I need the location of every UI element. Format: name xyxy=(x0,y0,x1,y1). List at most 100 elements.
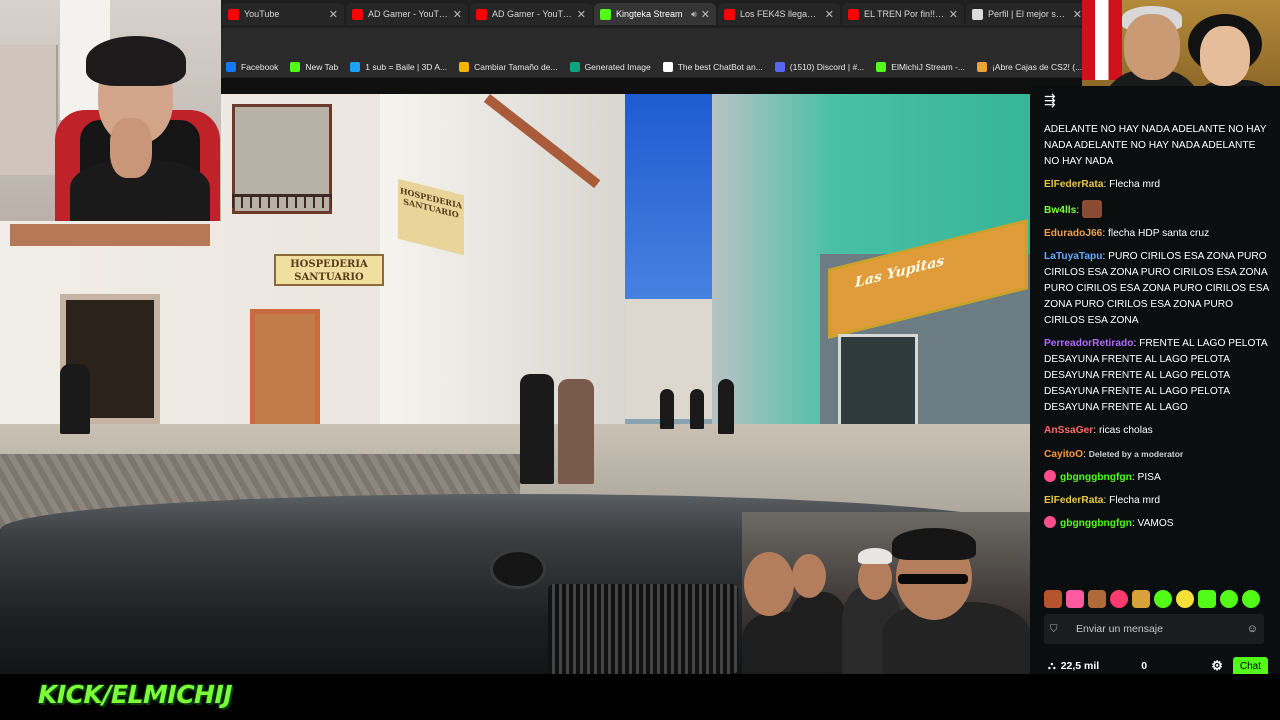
sign-text-line2: SANTUARIO xyxy=(294,272,364,283)
emote-icon[interactable] xyxy=(1132,590,1150,608)
close-icon[interactable]: ✕ xyxy=(949,8,958,21)
browser-tab[interactable]: YouTube ✕ xyxy=(222,3,344,25)
message-text: PURO CIRILOS ESA ZONA PURO CIRILOS ESA Z… xyxy=(1044,251,1269,326)
gear-icon[interactable]: ⚙ xyxy=(1211,658,1223,674)
awning xyxy=(10,224,210,246)
pedestrian xyxy=(690,389,704,429)
bookmark-label: 1 sub = Baile | 3D A... xyxy=(365,61,448,72)
chat-username[interactable]: gbgnggbngfgn xyxy=(1060,518,1132,529)
browser-tab-active[interactable]: Kingteka Stream 🔊︎ ✕ xyxy=(594,3,716,25)
chat-username[interactable]: PerreadorRetirado xyxy=(1044,338,1133,349)
bookmark[interactable]: Generated Image xyxy=(569,61,651,72)
message-text: VAMOS xyxy=(1137,518,1174,529)
bookmark[interactable]: Facebook xyxy=(226,61,278,72)
tab-title: AD Gamer - YouTube xyxy=(492,9,573,19)
emote-icon[interactable] xyxy=(1154,590,1172,608)
youtube-icon xyxy=(848,8,859,20)
chat-message-input[interactable] xyxy=(1076,623,1247,635)
message-text: Flecha mrd xyxy=(1109,495,1161,506)
chat-footer: ⛬ 22,5 mil 0 ⚙ Chat xyxy=(1048,656,1268,676)
browser-tab[interactable]: AD Gamer - YouTube ✕ xyxy=(470,3,592,25)
close-icon[interactable]: ✕ xyxy=(577,8,586,21)
bookmark[interactable]: New Tab xyxy=(290,61,338,72)
chat-username[interactable]: CayitoO xyxy=(1044,449,1083,460)
bookmark[interactable]: (1510) Discord | #... xyxy=(774,61,864,72)
close-icon[interactable]: ✕ xyxy=(825,8,834,21)
chat-send-button[interactable]: Chat xyxy=(1232,656,1268,676)
close-icon[interactable]: ✕ xyxy=(453,8,462,21)
bookmark[interactable]: ElMichiJ Stream -... xyxy=(876,61,965,72)
wooden-door xyxy=(250,309,320,429)
shield-icon: ⛉ xyxy=(1050,623,1058,635)
pedestrian xyxy=(520,374,554,484)
discord-icon xyxy=(774,61,785,72)
youtube-icon xyxy=(352,8,363,20)
emoji-icon[interactable]: ☺ xyxy=(1247,623,1258,635)
browser-tab[interactable]: Perfil | El mejor softw ✕ xyxy=(966,3,1082,25)
chat-input-box[interactable]: ⛉ ☺ xyxy=(1044,614,1264,644)
browser-tab[interactable]: Los FEK4S llegan a D ✕ xyxy=(718,3,840,25)
chat-username[interactable]: Bw4lls xyxy=(1044,205,1076,216)
chat-username[interactable]: ElFederRata xyxy=(1044,495,1103,506)
chat-message: PerreadorRetirado: FRENTE AL LAGO PELOTA… xyxy=(1044,338,1268,413)
browser-tab[interactable]: AD Gamer - YouTube ✕ xyxy=(346,3,468,25)
chat-username[interactable]: EduradoJ66 xyxy=(1044,228,1102,239)
sticker-woman-face xyxy=(1200,26,1250,86)
bookmark[interactable]: ¡Abre Cajas de CS2! (... xyxy=(976,61,1082,72)
youtube-icon xyxy=(724,8,735,20)
chat-message: gbgnggbngfgn: PISA xyxy=(1044,470,1270,486)
peru-flag xyxy=(1082,0,1122,80)
emote-icon[interactable] xyxy=(1242,590,1260,608)
close-icon[interactable]: ✕ xyxy=(329,8,338,21)
close-icon[interactable]: ✕ xyxy=(1073,8,1082,21)
bookmark[interactable]: 1 sub = Baile | 3D A... xyxy=(350,61,448,72)
collapse-chat-icon[interactable]: ⇶ xyxy=(1044,92,1056,109)
case-icon xyxy=(976,61,987,72)
pedestrian xyxy=(558,379,594,484)
pedestrian xyxy=(718,379,734,434)
chat-username[interactable]: gbgnggbngfgn xyxy=(1060,472,1132,483)
kick-icon xyxy=(600,8,611,20)
chatbot-icon xyxy=(662,61,673,72)
hospederia-sign-front: HOSPEDERIA SANTUARIO xyxy=(274,254,384,286)
bookmark[interactable]: The best ChatBot an... xyxy=(662,61,763,72)
emote-icon[interactable] xyxy=(1044,590,1062,608)
chat-username[interactable]: ElFederRata xyxy=(1044,179,1103,190)
bookmark-label: Generated Image xyxy=(584,61,651,72)
speaker-icon[interactable]: 🔊︎ xyxy=(691,9,697,20)
chat-message: AnSsaGer: ricas cholas xyxy=(1044,425,1153,436)
chat-message: CayitoO: Deleted by a moderator xyxy=(1044,449,1184,460)
tab-title: YouTube xyxy=(244,9,280,19)
message-text: PISA xyxy=(1137,472,1161,483)
emote-icon[interactable] xyxy=(1088,590,1106,608)
emote-icon[interactable] xyxy=(1110,590,1128,608)
chat-username[interactable]: AnSsaGer xyxy=(1044,425,1093,436)
chat-messages: ADELANTE NO HAY NADA ADELANTE NO HAY NAD… xyxy=(1044,122,1270,582)
chat-username[interactable]: LaTuyaTapu xyxy=(1044,251,1103,262)
close-icon[interactable]: ✕ xyxy=(701,8,710,21)
emote-icon[interactable] xyxy=(1066,590,1084,608)
emote-icon[interactable] xyxy=(1176,590,1194,608)
channel-brand-logo: KICK/ELMICHIJ xyxy=(38,680,233,709)
sunglasses xyxy=(898,574,968,584)
driver-hair xyxy=(892,528,976,560)
pedestrian xyxy=(660,389,674,429)
viewers-icon: ⛬ xyxy=(1048,659,1056,672)
emote-icon[interactable] xyxy=(1198,590,1216,608)
address-bar[interactable] xyxy=(220,28,1082,56)
browser-tab[interactable]: EL TREN Por fin!!! Esc ✕ xyxy=(842,3,964,25)
emote-icon[interactable] xyxy=(1220,590,1238,608)
tab-title: Perfil | El mejor softw xyxy=(988,9,1069,19)
bookmark[interactable]: Cambiar Tamaño de... xyxy=(459,61,558,72)
emote-icon xyxy=(1081,200,1102,218)
chat-message: Bw4lls: xyxy=(1044,200,1270,219)
tab-title: AD Gamer - YouTube xyxy=(368,9,449,19)
tab-title: Los FEK4S llegan a D xyxy=(740,9,821,19)
browser-tab-strip: YouTube ✕ AD Gamer - YouTube ✕ AD Gamer … xyxy=(220,0,1082,28)
chat-message: ElFederRata: Flecha mrd xyxy=(1044,179,1161,190)
kick-icon xyxy=(290,61,301,72)
deleted-message-text: Deleted by a moderator xyxy=(1088,449,1184,459)
subscriber-badge-icon xyxy=(1044,516,1056,528)
message-text: FRENTE AL LAGO PELOTA DESAYUNA FRENTE AL… xyxy=(1044,338,1268,413)
chat-message: ElFederRata: Flecha mrd xyxy=(1044,495,1161,506)
